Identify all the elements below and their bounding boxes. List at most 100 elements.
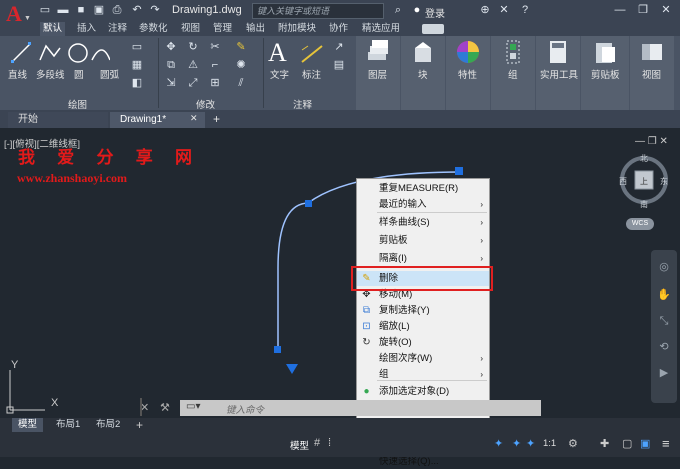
clipboard-label[interactable]: 剪贴板 (591, 67, 620, 81)
new-tab-icon[interactable]: + (213, 112, 220, 126)
annotation-scale-icon[interactable]: ✦ (526, 437, 535, 450)
grip[interactable] (140, 398, 142, 416)
context-menu-item[interactable]: ⊡ 缩放(L) (357, 319, 489, 334)
autoscale-icon[interactable]: ✦ (512, 437, 521, 450)
circle-button[interactable]: 圆 (74, 67, 84, 81)
context-menu-item[interactable]: ● 添加选定对象(D) (357, 384, 489, 399)
customize-menu-icon[interactable]: ≡ (662, 436, 670, 451)
viewcube-top-face[interactable]: 上 (640, 176, 648, 187)
block-label[interactable]: 块 (418, 67, 428, 81)
help-icon[interactable]: ? (518, 3, 532, 17)
viewcube-south[interactable]: 南 (640, 199, 648, 210)
tab-parametric[interactable]: 参数化 (136, 22, 171, 36)
steering-wheel-icon[interactable]: ◎ (657, 260, 671, 274)
dimension-button[interactable]: 标注 (302, 67, 321, 81)
hatch-icon[interactable]: ▦ (130, 58, 144, 72)
view-label[interactable]: 视图 (642, 67, 661, 81)
rotate-icon[interactable]: ↻ (186, 40, 200, 54)
tab-addins[interactable]: 附加模块 (275, 22, 319, 36)
new-icon[interactable]: ▭ (38, 3, 52, 17)
orbit-icon[interactable]: ⟲ (657, 340, 671, 354)
dimension-icon[interactable] (300, 42, 324, 64)
context-menu-item[interactable]: 剪贴板 › (357, 233, 489, 248)
selected-polyline[interactable] (0, 128, 680, 428)
group-annotation-title[interactable]: 注释 (293, 97, 312, 111)
leader-icon[interactable]: ↗ (332, 40, 346, 54)
offset-icon[interactable]: ⫽ (234, 76, 248, 90)
grid-icon[interactable]: # (314, 437, 320, 449)
command-line[interactable]: ▭▾ 键入命令 (180, 400, 541, 416)
wcs-menu[interactable]: WCS (626, 218, 654, 230)
viewcube-west[interactable]: 西 (619, 176, 627, 187)
model-space-button[interactable]: 模型 (290, 438, 309, 452)
close-icon[interactable]: ✕ (659, 3, 673, 17)
array-icon[interactable]: ⊞ (208, 76, 222, 90)
arc-button[interactable]: 圆弧 (100, 67, 119, 81)
add-layout-icon[interactable]: + (136, 418, 143, 432)
viewcube-north[interactable]: 北 (640, 153, 648, 164)
tab-layout1[interactable]: 布局1 (50, 418, 86, 432)
context-menu-item[interactable]: ⧉ 复制选择(Y) (357, 303, 489, 318)
isolate-icon[interactable]: ✚ (600, 437, 609, 450)
minimize-icon[interactable]: — (613, 3, 627, 17)
open-icon[interactable]: ▬ (56, 3, 70, 17)
command-icon[interactable]: ▭▾ (186, 401, 200, 412)
explode-icon[interactable]: ✺ (234, 58, 248, 72)
tab-model[interactable]: 模型 (12, 418, 44, 432)
fillet-icon[interactable]: ⌐ (208, 58, 222, 72)
pan-icon[interactable]: ✋ (657, 288, 671, 302)
login-link[interactable]: 登录 (425, 5, 445, 20)
binoculars-icon[interactable]: ⌕ (391, 3, 405, 17)
line-button[interactable]: 直线 (8, 67, 27, 81)
workspace-icon[interactable]: ⚙ (568, 437, 578, 450)
tab-view[interactable]: 视图 (178, 22, 203, 36)
tab-annotate[interactable]: 注释 (105, 22, 130, 36)
user-icon[interactable]: ● (410, 3, 424, 17)
polyline-button[interactable]: 多段线 (36, 67, 65, 81)
cart-icon[interactable]: ⊕ (478, 3, 492, 17)
mirror-icon[interactable]: ⚠ (186, 58, 200, 72)
tab-featured[interactable]: 精选应用 (359, 22, 403, 36)
tab-default[interactable]: 默认 (40, 22, 66, 36)
command-customize-icon[interactable]: ⚒ (160, 401, 170, 414)
tab-manage[interactable]: 管理 (210, 22, 235, 36)
move-icon[interactable]: ✥ (164, 40, 178, 54)
text-icon[interactable]: A (268, 38, 287, 68)
saveas-icon[interactable]: ▣ (92, 3, 106, 17)
search-input[interactable]: 键入关键字或短语 (252, 3, 384, 19)
tab-insert[interactable]: 插入 (74, 22, 99, 36)
group-draw-title[interactable]: 绘图 (68, 97, 87, 111)
plot-icon[interactable]: ⎙ (110, 3, 124, 17)
properties-label[interactable]: 特性 (458, 67, 477, 81)
group-label[interactable]: 组 (508, 67, 518, 81)
group-modify-title[interactable]: 修改 (196, 97, 215, 111)
ribbon-toggle-button[interactable] (422, 24, 444, 34)
save-icon[interactable]: ■ (74, 3, 88, 17)
restore-icon[interactable]: ❐ (636, 3, 650, 17)
exchange-icon[interactable]: ✕ (497, 3, 511, 17)
stretch-icon[interactable]: ⇲ (164, 76, 178, 90)
annotation-visibility-icon[interactable]: ✦ (494, 437, 503, 450)
copy-icon[interactable]: ⧉ (164, 58, 178, 72)
close-tab-icon[interactable]: ✕ (190, 113, 198, 124)
scale-icon[interactable]: ⤢ (186, 76, 200, 90)
layers-label[interactable]: 图层 (368, 67, 387, 81)
context-menu-item[interactable]: 绘图次序(W) › (357, 351, 489, 366)
rectangle-icon[interactable]: ▭ (130, 40, 144, 54)
clean-screen-icon[interactable]: ▢ (622, 437, 632, 450)
tab-layout2[interactable]: 布局2 (90, 418, 126, 432)
erase-icon[interactable]: ✎ (234, 40, 248, 54)
text-button[interactable]: 文字 (270, 67, 289, 81)
context-menu-item[interactable]: 样条曲线(S) › (357, 215, 489, 230)
scale-dropdown[interactable]: 1:1 (543, 438, 556, 449)
redo-icon[interactable]: ↷ (148, 3, 162, 17)
tab-output[interactable]: 输出 (243, 22, 268, 36)
zoom-extents-icon[interactable]: ⤡ (657, 314, 671, 328)
region-icon[interactable]: ◧ (130, 76, 144, 90)
monitor-icon[interactable]: ▣ (640, 437, 650, 450)
showmotion-icon[interactable]: ▶ (657, 366, 671, 380)
table-icon[interactable]: ▤ (332, 58, 346, 72)
snap-icon[interactable]: ⁞ (328, 437, 331, 449)
command-input[interactable]: 键入命令 (226, 402, 264, 416)
viewcube-east[interactable]: 东 (660, 176, 668, 187)
